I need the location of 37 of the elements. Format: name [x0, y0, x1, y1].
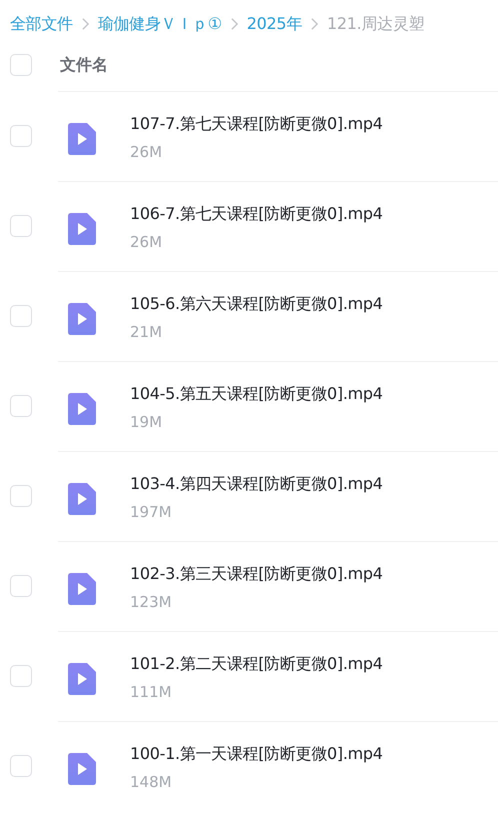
video-file-icon [68, 482, 96, 514]
file-size: 123M [130, 593, 172, 611]
row-checkbox[interactable] [10, 215, 32, 237]
file-size: 21M [130, 323, 162, 341]
file-size: 26M [130, 143, 162, 161]
chevron-icon [230, 17, 239, 31]
video-file-icon [68, 752, 96, 784]
file-name[interactable]: 104-5.第五天课程[防断更微0].mp4 [130, 384, 383, 405]
video-file-icon [68, 122, 96, 154]
video-file-icon [68, 302, 96, 334]
file-name[interactable]: 101-2.第二天课程[防断更微0].mp4 [130, 654, 383, 675]
file-name[interactable]: 100-1.第一天课程[防断更微0].mp4 [130, 744, 383, 765]
file-size: 111M [130, 683, 172, 701]
row-checkbox[interactable] [10, 305, 32, 327]
video-file-icon [68, 662, 96, 694]
file-name[interactable]: 102-3.第三天课程[防断更微0].mp4 [130, 564, 383, 585]
file-size: 26M [130, 233, 162, 251]
row-checkbox[interactable] [10, 755, 32, 777]
row-checkbox[interactable] [10, 395, 32, 417]
video-file-icon [68, 392, 96, 424]
file-name[interactable]: 106-7.第七天课程[防断更微0].mp4 [130, 204, 383, 225]
row-checkbox[interactable] [10, 485, 32, 507]
file-size: 148M [130, 773, 172, 791]
select-all-checkbox[interactable] [10, 54, 32, 76]
video-file-icon [68, 212, 96, 244]
video-file-icon [68, 572, 96, 604]
file-size: 197M [130, 503, 172, 521]
file-name[interactable]: 103-4.第四天课程[防断更微0].mp4 [130, 474, 383, 495]
row-checkbox[interactable] [10, 575, 32, 597]
column-header: 文件名 [60, 54, 108, 76]
chevron-icon [80, 17, 90, 31]
row-checkbox[interactable] [10, 125, 32, 147]
file-name[interactable]: 105-6.第六天课程[防断更微0].mp4 [130, 294, 383, 315]
chevron-icon [310, 17, 319, 31]
row-checkbox[interactable] [10, 665, 32, 687]
file-size: 19M [130, 413, 162, 431]
file-name[interactable]: 107-7.第七天课程[防断更微0].mp4 [130, 114, 383, 135]
